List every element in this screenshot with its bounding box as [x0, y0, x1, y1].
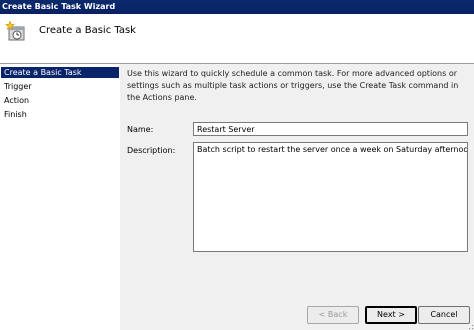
step-action[interactable]: Action [1, 95, 119, 106]
name-field[interactable] [193, 122, 468, 136]
description-field[interactable]: Batch script to restart the server once … [193, 142, 468, 252]
back-button[interactable]: < Back [307, 306, 359, 324]
wizard-steps-sidebar: Create a Basic Task Trigger Action Finis… [0, 64, 120, 330]
wizard-window: Create Basic Task Wizard Create a Basic … [0, 0, 474, 330]
name-label: Name: [127, 125, 154, 134]
step-trigger[interactable]: Trigger [1, 81, 119, 92]
wizard-header: Create a Basic Task [0, 14, 474, 64]
page-title: Create a Basic Task [39, 25, 136, 36]
window-title: Create Basic Task Wizard [2, 2, 116, 11]
step-create-basic-task[interactable]: Create a Basic Task [1, 67, 119, 78]
task-scheduler-icon [5, 20, 25, 41]
window-title-bar[interactable]: Create Basic Task Wizard [0, 0, 474, 14]
step-finish[interactable]: Finish [1, 109, 119, 120]
resize-grip-icon[interactable] [466, 322, 474, 330]
description-label: Description: [127, 146, 176, 155]
next-button[interactable]: Next > [365, 306, 417, 324]
intro-text: Use this wizard to quickly schedule a co… [127, 69, 459, 102]
cancel-button[interactable]: Cancel [418, 306, 470, 324]
